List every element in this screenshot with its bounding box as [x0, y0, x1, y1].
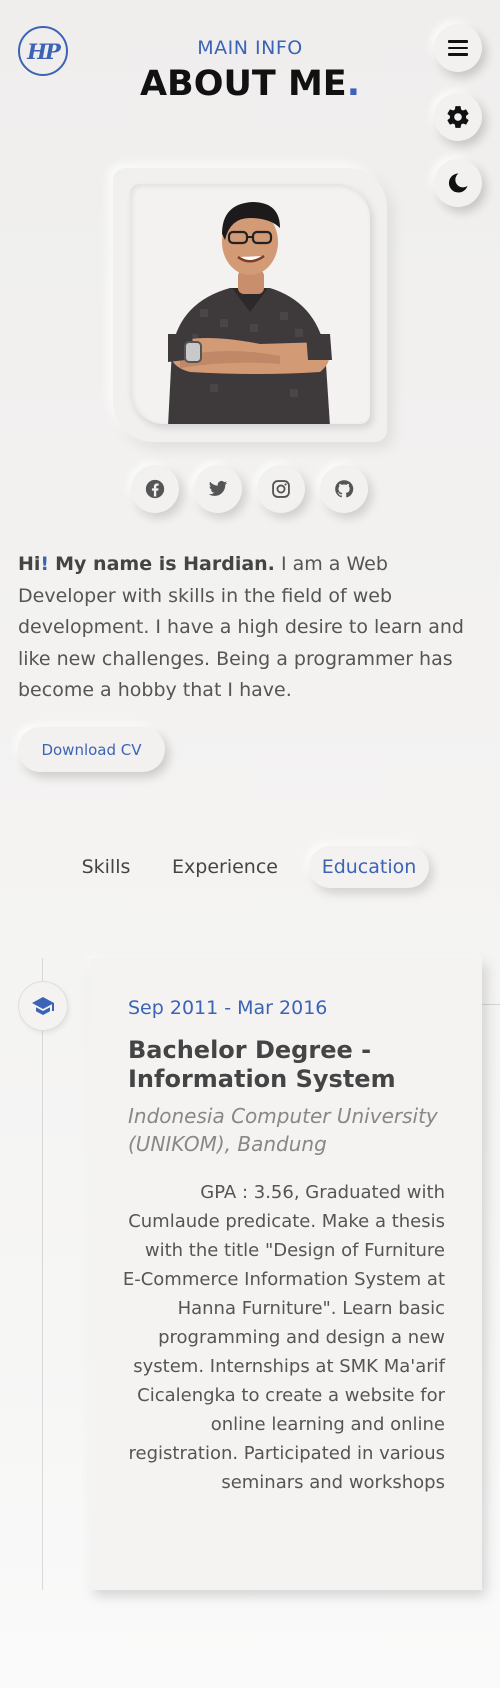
tab-education[interactable]: Education — [309, 846, 429, 888]
title-dot: . — [346, 64, 361, 104]
twitter-link[interactable] — [194, 465, 242, 513]
facebook-link[interactable] — [131, 465, 179, 513]
bio-text: I am a Web Developer with skills in the … — [18, 553, 464, 701]
timeline-marker — [19, 982, 67, 1030]
education-date: Sep 2011 - Mar 2016 — [128, 997, 328, 1019]
theme-toggle-button[interactable] — [434, 159, 482, 207]
github-link[interactable] — [320, 465, 368, 513]
education-description: GPA : 3.56, Graduated with Cumlaude pred… — [122, 1182, 445, 1493]
github-icon — [335, 480, 354, 498]
menu-button[interactable] — [434, 24, 482, 72]
gear-icon — [447, 106, 469, 128]
section-subtitle: MAIN INFO — [197, 37, 303, 59]
bio-name-intro: My name is Hardian. — [55, 553, 275, 575]
bio-exclamation: ! — [40, 553, 50, 575]
instagram-icon — [272, 480, 290, 498]
graduation-cap-icon — [32, 997, 54, 1015]
tab-experience[interactable]: Experience — [165, 846, 285, 888]
profile-photo — [168, 202, 332, 424]
bio-paragraph: Hi! My name is Hardian. I am a Web Devel… — [18, 549, 488, 707]
about-page: HP MAIN INFO ABOUT ME. Hi! My name is Ha… — [0, 0, 500, 1688]
moon-icon — [448, 173, 468, 193]
twitter-icon — [208, 481, 228, 496]
tab-skills[interactable]: Skills — [70, 846, 142, 888]
instagram-link[interactable] — [257, 465, 305, 513]
facebook-icon — [145, 479, 165, 499]
bio-greeting: Hi — [18, 553, 41, 575]
page-title-text: ABOUT ME — [139, 64, 347, 104]
education-school: Indonesia Computer University (UNIKOM), … — [128, 1104, 438, 1156]
timeline-line — [42, 958, 43, 1590]
page-title: ABOUT ME. — [0, 64, 500, 104]
profile-photo-frame — [130, 184, 370, 424]
hamburger-icon — [448, 36, 468, 60]
education-degree: Bachelor Degree - Information System — [128, 1036, 396, 1093]
download-cv-button[interactable]: Download CV — [18, 727, 165, 772]
settings-button[interactable] — [434, 93, 482, 141]
